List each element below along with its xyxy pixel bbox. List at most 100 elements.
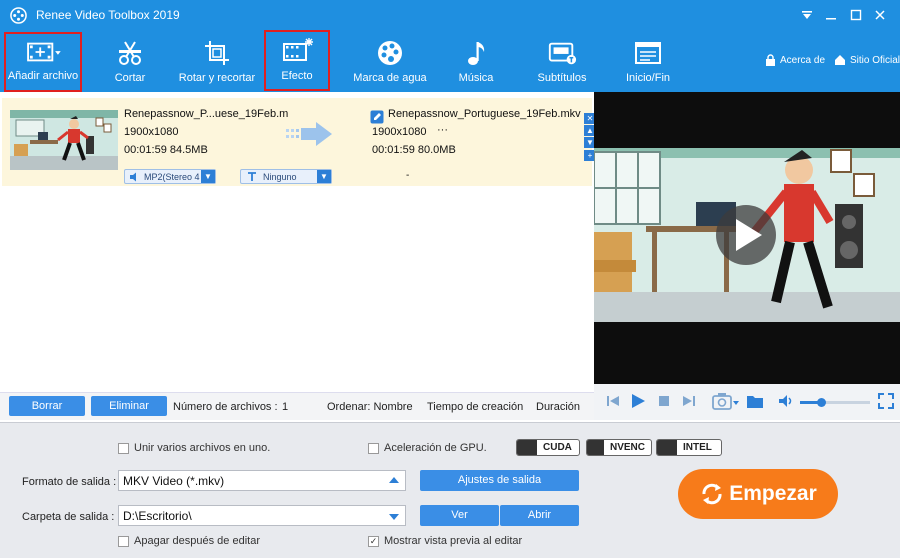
- checkbox-box: [368, 442, 379, 454]
- close-icon: [875, 10, 885, 20]
- preview-frame: [594, 92, 900, 384]
- effect-label: Efecto: [281, 70, 313, 82]
- scissors-icon: [119, 41, 141, 65]
- cut-button[interactable]: Cortar: [104, 34, 156, 90]
- film-add-icon: [27, 42, 61, 62]
- folder-icon[interactable]: [746, 393, 764, 409]
- volume-icon[interactable]: [778, 394, 794, 408]
- header: Renee Video Toolbox 2019 Añadir archivo: [0, 0, 900, 92]
- source-file-name: Renepassnow_P...uese_19Feb.m: [124, 108, 289, 120]
- output-settings-panel: Unir varios archivos en uno. Aceleración…: [0, 422, 900, 558]
- subtitle-output: -: [406, 170, 410, 181]
- watermark-button[interactable]: Marca de agua: [350, 34, 430, 90]
- show-preview-checkbox[interactable]: ✓ Mostrar vista previa al editar: [368, 535, 522, 547]
- music-label: Música: [458, 72, 494, 84]
- file-count-label: Número de archivos :: [173, 401, 278, 413]
- start-label: Empezar: [729, 482, 817, 505]
- subtitle-select[interactable]: Ninguno ▼: [240, 169, 332, 184]
- delete-button[interactable]: Eliminar: [91, 396, 167, 416]
- audio-track-value: MP2(Stereo 4: [144, 171, 200, 182]
- chevron-up-icon: [389, 477, 399, 483]
- convert-arrow-icon: [286, 122, 332, 146]
- subtitles-button[interactable]: Subtítulos: [532, 34, 592, 90]
- merge-files-checkbox[interactable]: Unir varios archivos en uno.: [118, 442, 270, 454]
- refresh-icon: [702, 483, 722, 505]
- minimize-button[interactable]: [818, 4, 844, 26]
- start-button[interactable]: Empezar: [678, 469, 838, 519]
- close-button[interactable]: [867, 4, 893, 26]
- volume-slider[interactable]: [800, 398, 870, 407]
- output-format-select[interactable]: MKV Video (*.mkv): [118, 470, 406, 491]
- camera-icon[interactable]: [712, 392, 740, 410]
- rotate-crop-button[interactable]: Rotar y recortar: [176, 34, 258, 90]
- sort-by-name[interactable]: Ordenar: Nombre: [327, 401, 413, 413]
- official-site-link[interactable]: Sitio Oficial: [834, 54, 900, 66]
- effect-button[interactable]: Efecto: [264, 30, 330, 91]
- play-icon[interactable]: [630, 393, 646, 409]
- menu-down-icon: [802, 11, 812, 19]
- previous-icon[interactable]: [606, 394, 620, 408]
- music-note-icon: [468, 42, 485, 65]
- nvidia-logo-icon: [517, 440, 537, 455]
- checkbox-box: [118, 442, 129, 454]
- palette-icon: [378, 41, 402, 65]
- minimize-icon: [826, 18, 836, 20]
- output-resolution: 1900x1080: [372, 126, 427, 138]
- nvenc-badge[interactable]: NVENC: [586, 439, 652, 456]
- shutdown-after-label: Apagar después de editar: [134, 535, 260, 547]
- intro-outro-button[interactable]: Inicio/Fin: [622, 34, 674, 90]
- watermark-label: Marca de agua: [353, 72, 427, 84]
- cuda-badge[interactable]: CUDA: [516, 439, 580, 456]
- clear-button[interactable]: Borrar: [9, 396, 85, 416]
- file-count-value: 1: [282, 401, 289, 413]
- shutdown-after-checkbox[interactable]: Apagar después de editar: [118, 535, 260, 547]
- merge-files-label: Unir varios archivos en uno.: [134, 442, 271, 454]
- rotate-crop-label: Rotar y recortar: [178, 72, 256, 84]
- sort-by-duration[interactable]: Duración: [536, 401, 580, 413]
- nvidia-logo-icon: [587, 440, 604, 455]
- chevron-down-icon: ▼: [317, 170, 331, 183]
- output-duration-size: 00:01:59 80.0MB: [372, 144, 456, 156]
- view-folder-button[interactable]: Ver: [420, 505, 499, 526]
- about-label: Acerca de: [780, 54, 826, 66]
- maximize-icon: [850, 9, 862, 21]
- output-format-label: Formato de salida :: [22, 476, 117, 488]
- player-controls: [594, 384, 900, 420]
- next-icon[interactable]: [682, 394, 696, 408]
- music-button[interactable]: Música: [452, 34, 500, 90]
- about-link[interactable]: Acerca de: [765, 54, 825, 66]
- intel-badge[interactable]: INTEL: [656, 439, 722, 456]
- sort-by-creation-time[interactable]: Tiempo de creación: [427, 401, 523, 413]
- app-logo-icon: [10, 7, 27, 24]
- gpu-acceleration-checkbox[interactable]: Aceleración de GPU.: [368, 442, 487, 454]
- checkbox-box: [118, 535, 129, 547]
- speaker-icon: [130, 172, 136, 181]
- fullscreen-icon[interactable]: [878, 393, 894, 409]
- audio-track-select[interactable]: MP2(Stereo 4 ▼: [124, 169, 216, 184]
- maximize-button[interactable]: [843, 4, 869, 26]
- open-folder-button[interactable]: Abrir: [500, 505, 579, 526]
- intel-logo-icon: [657, 440, 677, 455]
- file-row[interactable]: Renepassnow_P...uese_19Feb.m 1900x1080 0…: [2, 98, 596, 186]
- video-preview[interactable]: [594, 92, 900, 384]
- add-file-button[interactable]: Añadir archivo: [4, 32, 82, 92]
- stop-icon[interactable]: [658, 395, 670, 407]
- subtitle-value: Ninguno: [263, 171, 297, 182]
- video-thumbnail: [10, 110, 118, 170]
- list-toolbar: Borrar Eliminar Número de archivos : 1 O…: [0, 392, 594, 420]
- output-folder-select[interactable]: D:\Escritorio\: [118, 505, 406, 526]
- menu-button[interactable]: [794, 4, 820, 26]
- home-icon: [835, 55, 845, 65]
- output-more-button[interactable]: ···: [437, 124, 448, 136]
- edit-name-icon[interactable]: [370, 110, 384, 124]
- gpu-acceleration-label: Aceleración de GPU.: [384, 442, 487, 454]
- file-list: Renepassnow_P...uese_19Feb.m 1900x1080 0…: [0, 92, 596, 392]
- output-format-value: MKV Video (*.mkv): [123, 474, 225, 488]
- output-settings-button[interactable]: Ajustes de salida: [420, 470, 579, 491]
- chevron-down-icon: [389, 514, 399, 520]
- output-folder-value: D:\Escritorio\: [123, 509, 192, 523]
- volume-knob[interactable]: [817, 398, 826, 407]
- subtitles-icon: [548, 42, 577, 65]
- show-preview-label: Mostrar vista previa al editar: [384, 535, 523, 547]
- film-effect-icon: [283, 38, 313, 61]
